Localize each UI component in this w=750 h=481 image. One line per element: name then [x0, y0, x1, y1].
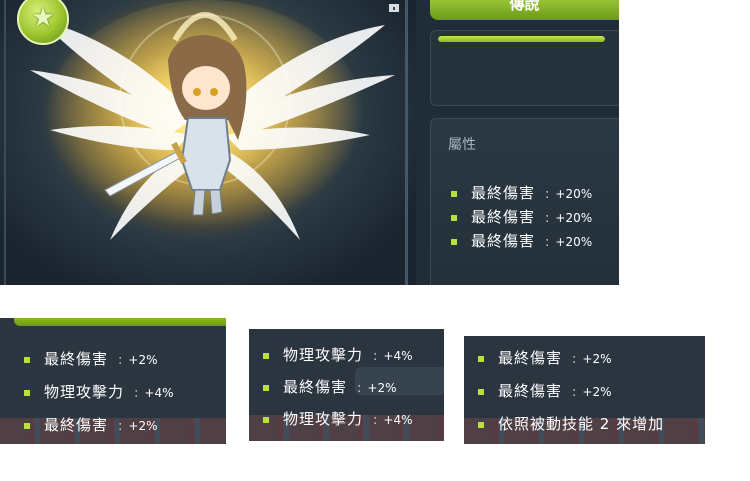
pet-detail-panel: ★ 傳說 屬性 最終傷害: +20% 最終傷害: +20% 最終傷害: +20%: [0, 0, 619, 285]
square-bullet-icon: [24, 356, 30, 363]
potential-list-3: 最終傷害: +2% 最終傷害: +2% 依照被動技能 2 來增加: [478, 341, 664, 440]
square-bullet-icon: [263, 416, 269, 423]
list-item: 最終傷害: +2%: [24, 408, 174, 441]
list-item: 物理攻擊力: +4%: [263, 339, 413, 371]
progress-bar: [438, 36, 605, 42]
potential-panel-3: 最終傷害: +2% 最終傷害: +2% 依照被動技能 2 來增加: [464, 336, 705, 444]
potential-list-1: 最終傷害: +2% 物理攻擊力: +4% 最終傷害: +2%: [24, 342, 174, 441]
grade-badge: ★: [17, 0, 69, 45]
list-item: 物理攻擊力: +4%: [263, 403, 413, 435]
list-item: 最終傷害: +20%: [451, 181, 592, 205]
square-bullet-icon: [24, 389, 30, 396]
list-item: 最終傷害: +2%: [24, 342, 174, 375]
potential-panel-1: 最終傷害: +2% 物理攻擊力: +4% 最終傷害: +2%: [0, 318, 226, 444]
info-column: 傳說 屬性 最終傷害: +20% 最終傷害: +20% 最終傷害: +20%: [416, 0, 619, 285]
grade-label: 傳說: [430, 0, 619, 20]
list-item: 依照被動技能 2 來增加: [478, 407, 664, 440]
star-icon: ★: [31, 3, 55, 33]
square-bullet-icon: [451, 238, 457, 245]
list-item: 物理攻擊力: +4%: [24, 375, 174, 408]
character-portrait: ★: [0, 0, 416, 285]
potential-list-2: 物理攻擊力: +4% 最終傷害: +2% 物理攻擊力: +4%: [263, 339, 413, 435]
main-stat-list: 最終傷害: +20% 最終傷害: +20% 最終傷害: +20%: [451, 181, 592, 253]
list-item: 最終傷害: +2%: [263, 371, 413, 403]
square-bullet-icon: [478, 388, 484, 395]
square-bullet-icon: [478, 421, 484, 428]
list-item: 最終傷害: +2%: [478, 374, 664, 407]
list-item: 最終傷害: +20%: [451, 205, 592, 229]
potential-panel-2: 物理攻擊力: +4% 最終傷害: +2% 物理攻擊力: +4%: [249, 329, 444, 441]
panel-header-bar: [14, 318, 226, 326]
square-bullet-icon: [263, 384, 269, 391]
square-bullet-icon: [24, 422, 30, 429]
progress-fill: [438, 36, 605, 42]
lock-icon[interactable]: [387, 0, 401, 12]
list-item: 最終傷害: +2%: [478, 341, 664, 374]
list-item: 最終傷害: +20%: [451, 229, 592, 253]
square-bullet-icon: [451, 190, 457, 197]
square-bullet-icon: [451, 214, 457, 221]
square-bullet-icon: [263, 352, 269, 359]
square-bullet-icon: [478, 355, 484, 362]
attributes-title: 屬性: [448, 137, 476, 153]
attributes-box: 屬性 最終傷害: +20% 最終傷害: +20% 最終傷害: +20%: [430, 118, 619, 285]
